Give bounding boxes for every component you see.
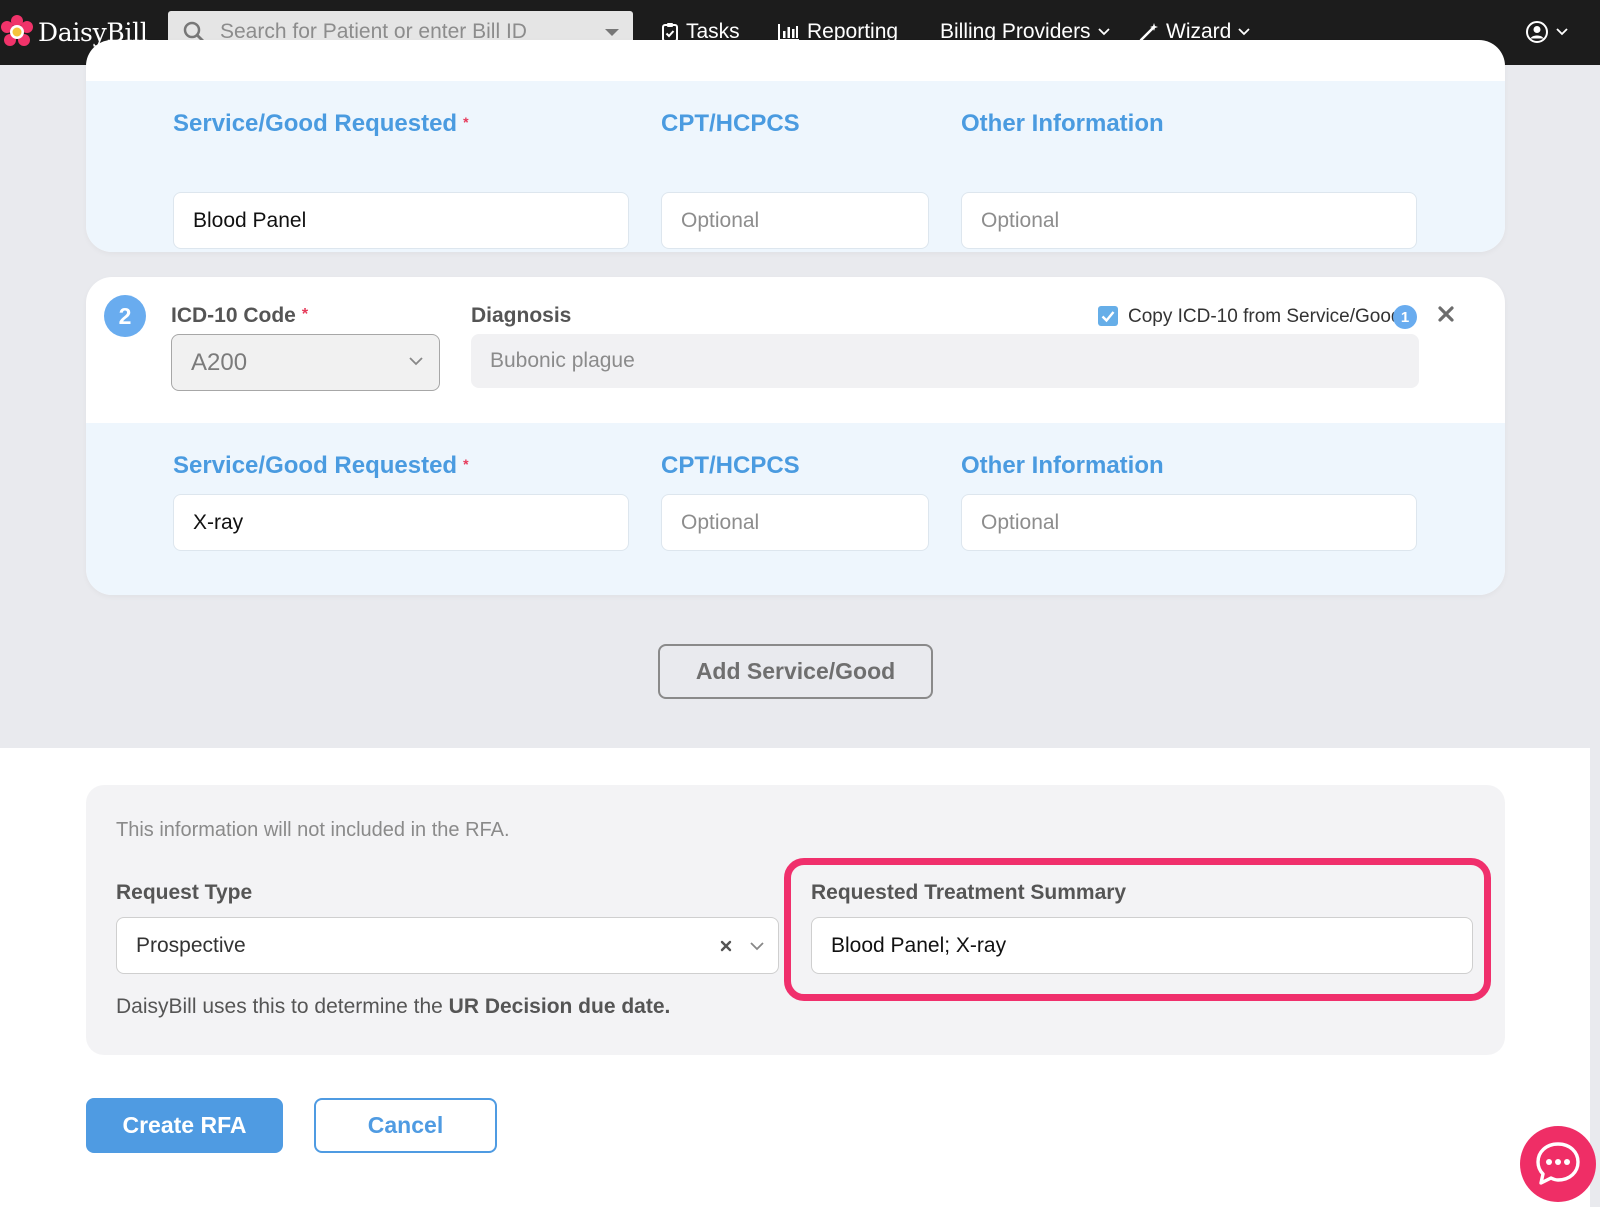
chevron-down-icon bbox=[750, 942, 764, 951]
request-type-hint: DaisyBill uses this to determine the UR … bbox=[116, 995, 671, 1018]
create-rfa-button[interactable]: Create RFA bbox=[86, 1098, 283, 1153]
service-section-2: Service/Good Requested * CPT/HCPCS Other … bbox=[86, 423, 1505, 595]
user-menu[interactable] bbox=[1525, 17, 1575, 47]
service-label: Service/Good Requested * bbox=[173, 110, 469, 137]
cpt-input[interactable]: Optional bbox=[661, 494, 929, 551]
copy-icd-checkbox[interactable] bbox=[1098, 306, 1118, 326]
service-input[interactable]: X-ray bbox=[173, 494, 629, 551]
internal-info-panel: This information will not included in th… bbox=[86, 785, 1505, 1055]
clipboard-check-icon bbox=[662, 23, 678, 42]
other-info-input[interactable]: Optional bbox=[961, 494, 1417, 551]
daisy-logo-icon bbox=[1, 15, 33, 46]
icd-code-value: A200 bbox=[191, 348, 248, 376]
chat-bubble-icon bbox=[1536, 1142, 1580, 1185]
close-icon[interactable] bbox=[1436, 304, 1456, 324]
cancel-button[interactable]: Cancel bbox=[314, 1098, 497, 1153]
form-footer-section: This information will not included in th… bbox=[0, 748, 1590, 1207]
user-circle-icon bbox=[1526, 21, 1548, 43]
service-card-1: Service/Good Requested * CPT/HCPCS Other … bbox=[86, 40, 1505, 252]
magic-wand-icon bbox=[1139, 23, 1158, 42]
cpt-label: CPT/HCPCS bbox=[661, 452, 800, 479]
cpt-input[interactable]: Optional bbox=[661, 192, 929, 249]
other-info-input[interactable]: Optional bbox=[961, 192, 1417, 249]
checkmark-icon bbox=[1101, 311, 1115, 323]
info-note: This information will not included in th… bbox=[116, 819, 510, 841]
other-info-label: Other Information bbox=[961, 110, 1164, 137]
request-type-value: Prospective bbox=[136, 933, 246, 957]
caret-down-icon[interactable] bbox=[605, 29, 619, 36]
other-info-label: Other Information bbox=[961, 452, 1164, 479]
service-input[interactable]: Blood Panel bbox=[173, 192, 629, 249]
add-service-button[interactable]: Add Service/Good bbox=[658, 644, 933, 699]
copy-source-badge: 1 bbox=[1393, 305, 1417, 329]
copy-icd-label: Copy ICD-10 from Service/Good bbox=[1128, 306, 1402, 327]
diagnosis-label: Diagnosis bbox=[471, 304, 572, 327]
chevron-down-icon bbox=[1238, 28, 1250, 36]
icd-label: ICD-10 Code * bbox=[171, 304, 309, 327]
clear-icon[interactable] bbox=[720, 940, 732, 952]
cpt-label: CPT/HCPCS bbox=[661, 110, 800, 137]
request-type-label: Request Type bbox=[116, 881, 253, 904]
treatment-summary-label: Requested Treatment Summary bbox=[811, 881, 1127, 904]
chevron-down-icon bbox=[409, 357, 423, 366]
diagnosis-card-2: 2 ICD-10 Code * Diagnosis Copy ICD-10 fro… bbox=[86, 277, 1505, 595]
request-type-select[interactable]: Prospective bbox=[116, 917, 779, 974]
service-section-1: Service/Good Requested * CPT/HCPCS Other … bbox=[86, 81, 1505, 252]
chat-button[interactable] bbox=[1520, 1126, 1596, 1202]
treatment-summary-input[interactable]: Blood Panel; X-ray bbox=[811, 917, 1473, 974]
diagnosis-field: Bubonic plague bbox=[471, 334, 1419, 388]
item-number-badge: 2 bbox=[104, 295, 146, 337]
service-label: Service/Good Requested * bbox=[173, 452, 469, 479]
bar-chart-icon bbox=[778, 24, 799, 41]
chevron-down-icon bbox=[1556, 28, 1568, 36]
icd-code-select[interactable]: A200 bbox=[171, 334, 440, 391]
chevron-down-icon bbox=[1097, 28, 1110, 36]
